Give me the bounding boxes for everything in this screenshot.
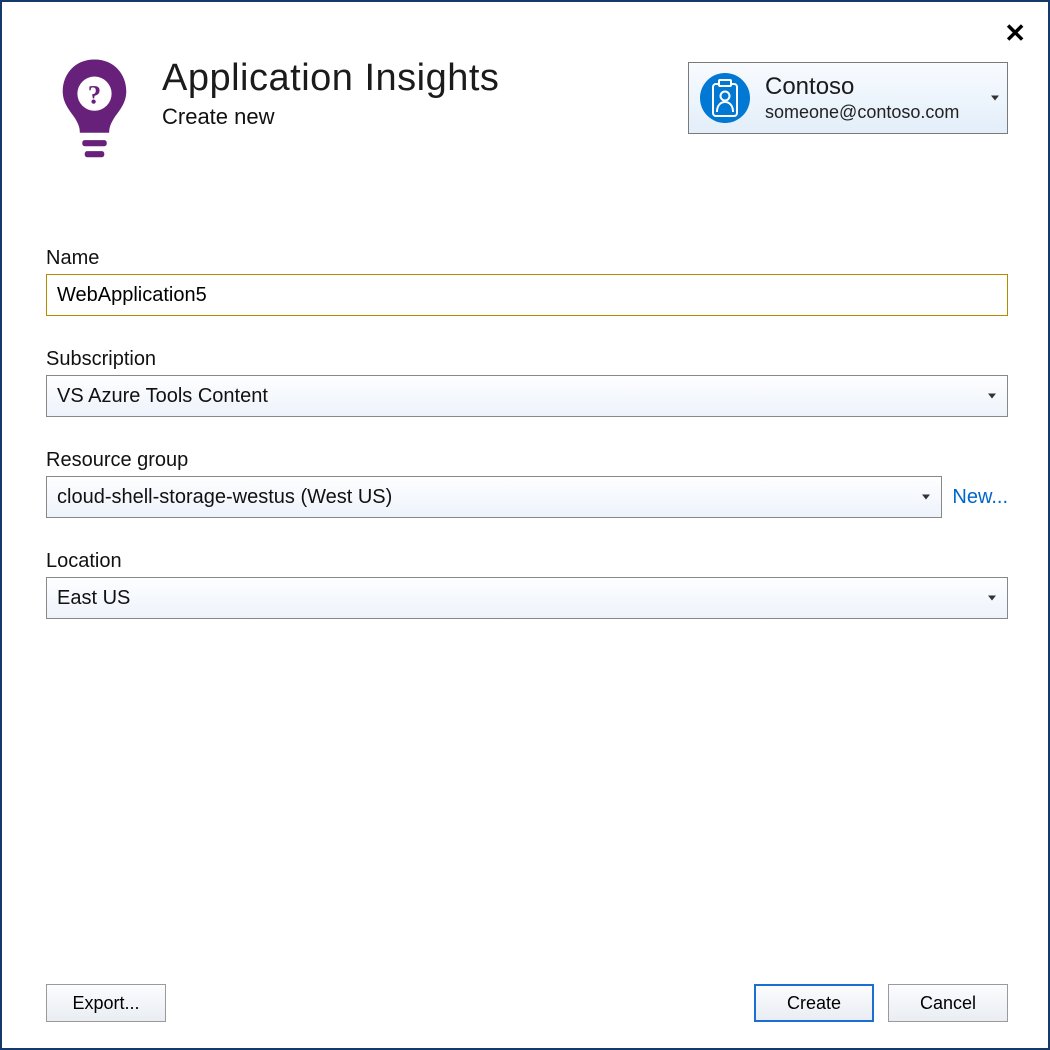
application-insights-dialog: ✕ ? Application Insights Create new Cont…: [0, 0, 1050, 1050]
resource-group-select[interactable]: cloud-shell-storage-westus (West US): [46, 476, 942, 518]
account-email: someone@contoso.com: [765, 102, 979, 124]
page-title: Application Insights: [162, 57, 658, 100]
name-label: Name: [46, 247, 1008, 270]
create-button[interactable]: Create: [754, 984, 874, 1022]
lightbulb-icon: ?: [57, 57, 132, 167]
cancel-button[interactable]: Cancel: [888, 984, 1008, 1022]
account-name: Contoso: [765, 73, 979, 102]
account-badge-icon: [699, 72, 751, 124]
subscription-select[interactable]: VS Azure Tools Content: [46, 375, 1008, 417]
resource-group-field: Resource group cloud-shell-storage-westu…: [46, 449, 1008, 518]
location-field: Location East US: [46, 550, 1008, 619]
name-input[interactable]: [46, 274, 1008, 316]
subscription-value: VS Azure Tools Content: [57, 385, 268, 408]
form: Name Subscription VS Azure Tools Content…: [2, 227, 1048, 643]
subscription-label: Subscription: [46, 348, 1008, 371]
resource-group-label: Resource group: [46, 449, 1008, 472]
account-text: Contoso someone@contoso.com: [765, 73, 979, 123]
chevron-down-icon: [991, 96, 999, 101]
subscription-field: Subscription VS Azure Tools Content: [46, 348, 1008, 417]
resource-group-new-link[interactable]: New...: [952, 486, 1008, 509]
name-field: Name: [46, 247, 1008, 316]
location-label: Location: [46, 550, 1008, 573]
account-selector[interactable]: Contoso someone@contoso.com: [688, 62, 1008, 134]
title-block: Application Insights Create new: [162, 57, 658, 130]
page-subtitle: Create new: [162, 104, 658, 130]
close-icon[interactable]: ✕: [1004, 20, 1026, 46]
resource-group-value: cloud-shell-storage-westus (West US): [57, 486, 392, 509]
button-bar: Export... Create Cancel: [46, 984, 1008, 1022]
export-button[interactable]: Export...: [46, 984, 166, 1022]
location-value: East US: [57, 587, 130, 610]
svg-text:?: ?: [88, 79, 101, 109]
dialog-header: ? Application Insights Create new Contos…: [2, 2, 1048, 177]
location-select[interactable]: East US: [46, 577, 1008, 619]
